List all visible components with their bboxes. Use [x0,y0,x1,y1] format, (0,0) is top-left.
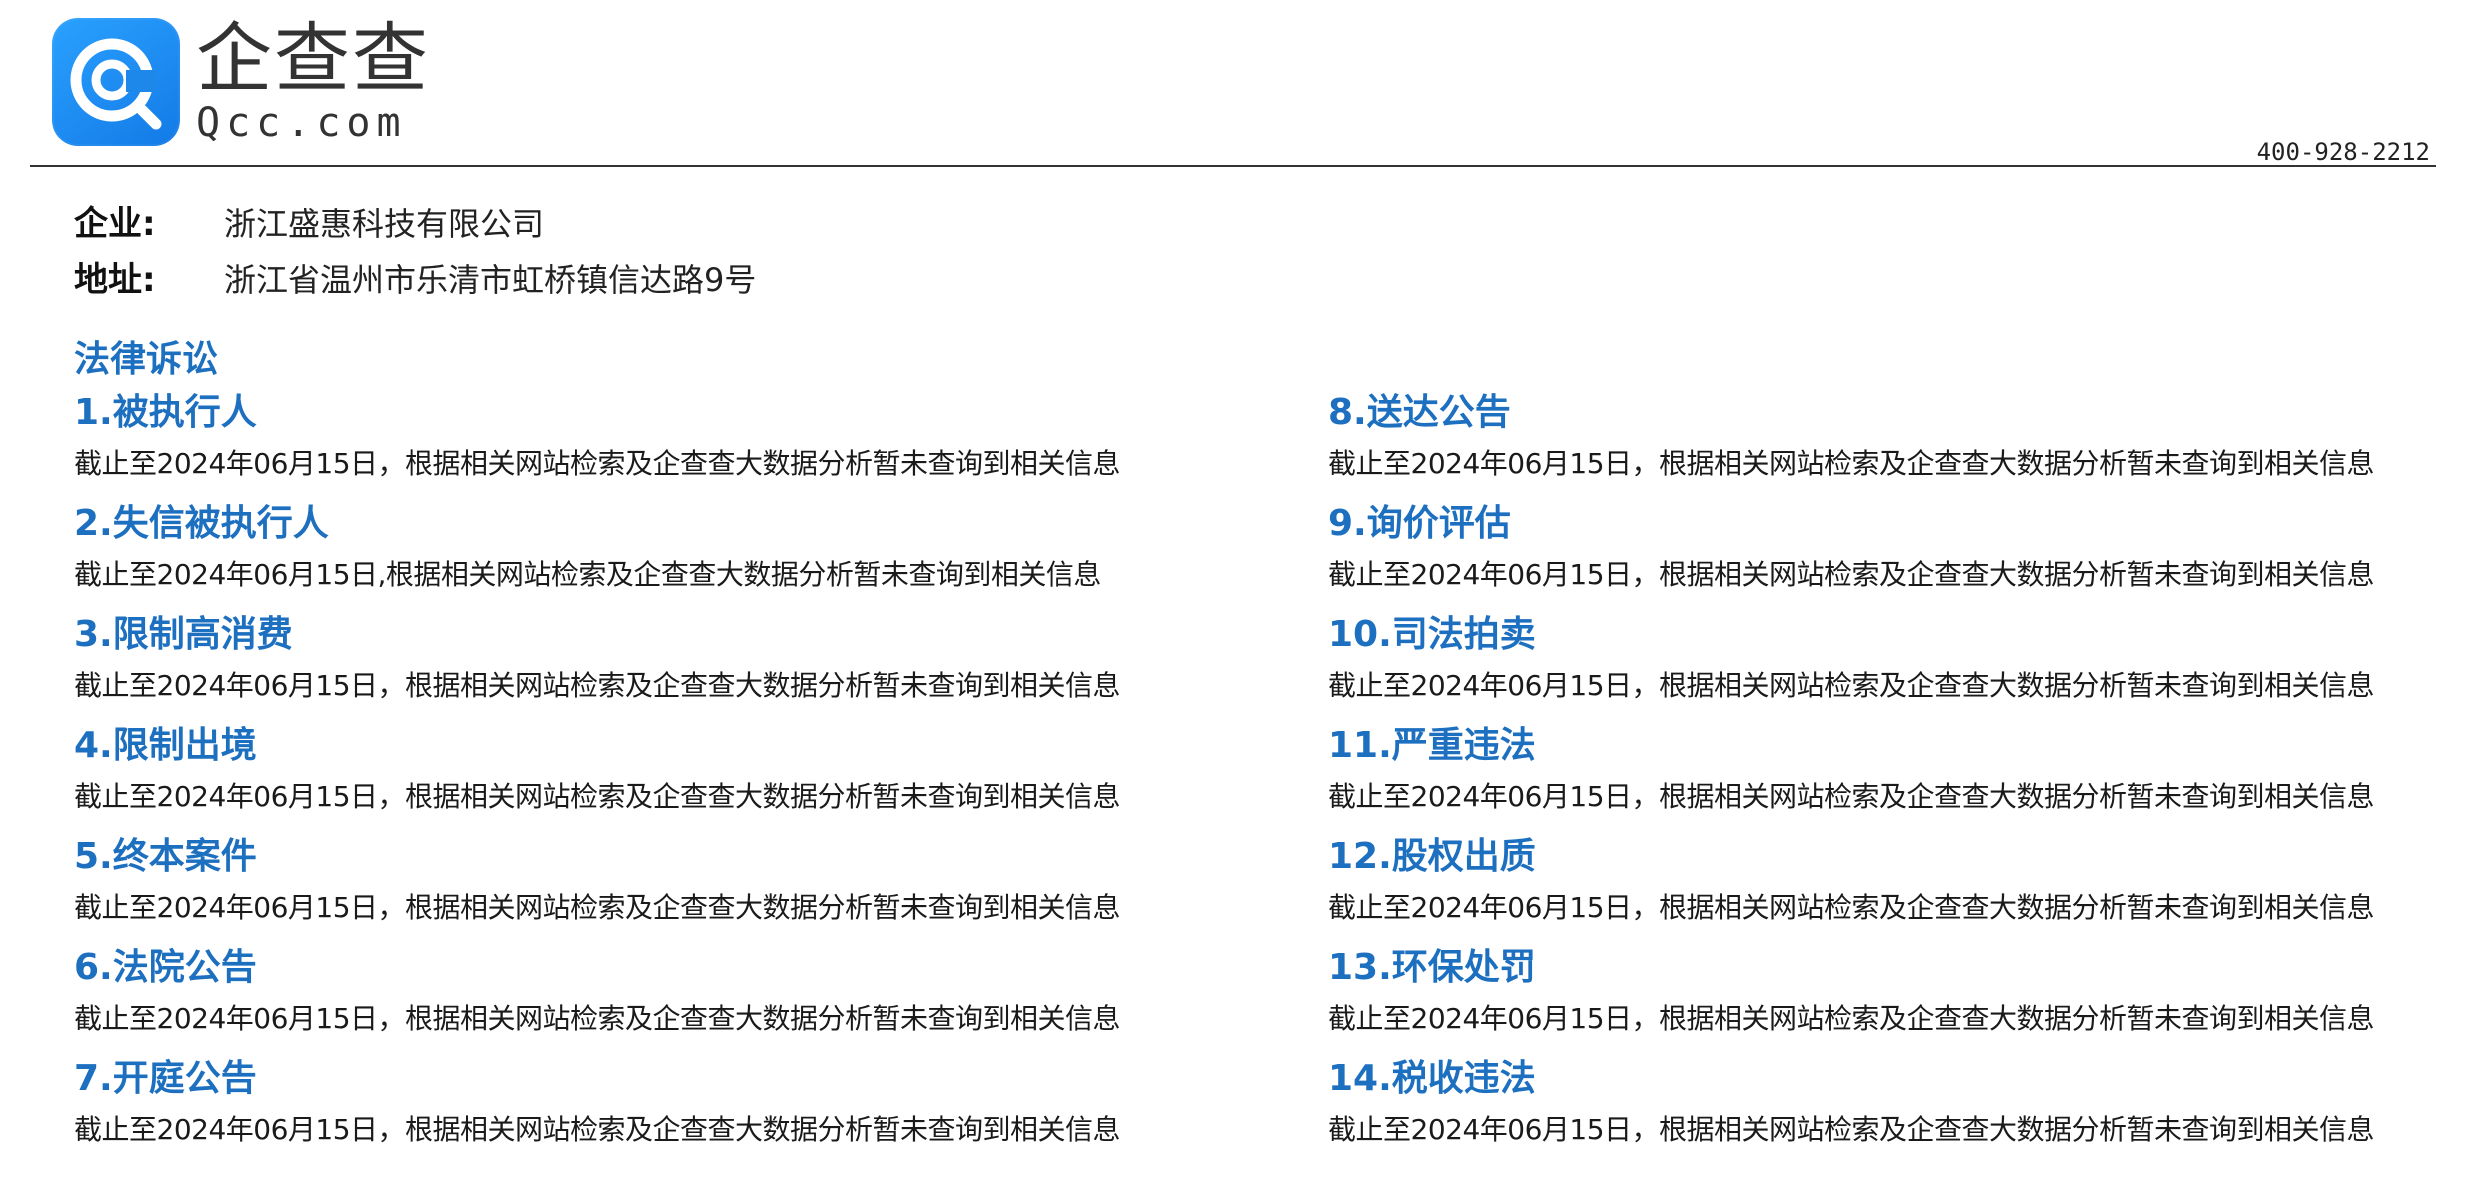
report-header: 企查查 Qcc.com 400-928-2212 [30,18,2436,166]
legal-item-desc: 截止至2024年06月15日，根据相关网站检索及企查查大数据分析暂未查询到相关信… [74,1113,1121,1146]
report-page: 企查查 Qcc.com 400-928-2212 企业: 浙江盛惠科技有限公司 … [0,0,2466,1190]
legal-item: 11.严重违法 截止至2024年06月15日，根据相关网站检索及企查查大数据分析… [1328,721,2466,832]
legal-item: 13.环保处罚 截止至2024年06月15日，根据相关网站检索及企查查大数据分析… [1328,943,2466,1054]
legal-item-title: 3.限制高消费 [74,614,293,655]
legal-item-title: 9.询价评估 [1328,503,1511,544]
legal-item-title: 8.送达公告 [1328,392,1511,433]
legal-item-title: 7.开庭公告 [74,1058,257,1099]
company-address-label: 地址: [74,260,156,300]
legal-item: 14.税收违法 截止至2024年06月15日，根据相关网站检索及企查查大数据分析… [1328,1054,2466,1165]
legal-item: 2.失信被执行人 截止至2024年06月15日,根据相关网站检索及企查查大数据分… [74,499,1254,610]
legal-item-desc: 截止至2024年06月15日，根据相关网站检索及企查查大数据分析暂未查询到相关信… [1328,669,2375,702]
company-info: 企业: 浙江盛惠科技有限公司 地址: 浙江省温州市乐清市虹桥镇信达路9号 [74,196,756,308]
legal-item: 4.限制出境 截止至2024年06月15日，根据相关网站检索及企查查大数据分析暂… [74,721,1254,832]
legal-item: 9.询价评估 截止至2024年06月15日，根据相关网站检索及企查查大数据分析暂… [1328,499,2466,610]
legal-item-desc: 截止至2024年06月15日，根据相关网站检索及企查查大数据分析暂未查询到相关信… [1328,558,2375,591]
legal-items-left-column: 1.被执行人 截止至2024年06月15日，根据相关网站检索及企查查大数据分析暂… [74,388,1254,1165]
legal-item: 3.限制高消费 截止至2024年06月15日，根据相关网站检索及企查查大数据分析… [74,610,1254,721]
legal-item-title: 1.被执行人 [74,392,257,433]
legal-item-title: 2.失信被执行人 [74,503,329,544]
legal-item-desc: 截止至2024年06月15日，根据相关网站检索及企查查大数据分析暂未查询到相关信… [74,780,1121,813]
legal-item: 1.被执行人 截止至2024年06月15日，根据相关网站检索及企查查大数据分析暂… [74,388,1254,499]
legal-item: 6.法院公告 截止至2024年06月15日，根据相关网站检索及企查查大数据分析暂… [74,943,1254,1054]
legal-item-desc: 截止至2024年06月15日，根据相关网站检索及企查查大数据分析暂未查询到相关信… [1328,447,2375,480]
legal-item-title: 13.环保处罚 [1328,947,1536,988]
hotline-number: 400-928-2212 [2256,138,2430,166]
legal-item: 5.终本案件 截止至2024年06月15日，根据相关网站检索及企查查大数据分析暂… [74,832,1254,943]
legal-items-right-column: 8.送达公告 截止至2024年06月15日，根据相关网站检索及企查查大数据分析暂… [1328,388,2466,1165]
qcc-logo-icon [52,18,180,146]
section-title-legal: 法律诉讼 [74,339,219,380]
company-address-value: 浙江省温州市乐清市虹桥镇信达路9号 [224,261,757,299]
header-divider [30,165,2436,167]
company-name-row: 企业: 浙江盛惠科技有限公司 [74,196,756,252]
company-name-label: 企业: [74,204,156,244]
legal-item-title: 6.法院公告 [74,947,257,988]
legal-item-desc: 截止至2024年06月15日，根据相关网站检索及企查查大数据分析暂未查询到相关信… [1328,1002,2375,1035]
legal-item-desc: 截止至2024年06月15日，根据相关网站检索及企查查大数据分析暂未查询到相关信… [74,891,1121,924]
legal-item-desc: 截止至2024年06月15日,根据相关网站检索及企查查大数据分析暂未查询到相关信… [74,558,1101,591]
legal-item-title: 12.股权出质 [1328,836,1536,877]
legal-item: 8.送达公告 截止至2024年06月15日，根据相关网站检索及企查查大数据分析暂… [1328,388,2466,499]
legal-item: 10.司法拍卖 截止至2024年06月15日，根据相关网站检索及企查查大数据分析… [1328,610,2466,721]
company-name-value: 浙江盛惠科技有限公司 [224,205,545,243]
logo-domain: Qcc.com [196,100,407,146]
logo-text: 企查查 Qcc.com [196,14,430,146]
legal-item-title: 10.司法拍卖 [1328,614,1536,655]
logo-chinese: 企查查 [196,14,430,103]
legal-item-desc: 截止至2024年06月15日，根据相关网站检索及企查查大数据分析暂未查询到相关信… [74,447,1121,480]
legal-item-title: 14.税收违法 [1328,1058,1536,1099]
legal-item-title: 4.限制出境 [74,725,257,766]
legal-item-title: 11.严重违法 [1328,725,1536,766]
legal-item-desc: 截止至2024年06月15日，根据相关网站检索及企查查大数据分析暂未查询到相关信… [1328,780,2375,813]
legal-item-desc: 截止至2024年06月15日，根据相关网站检索及企查查大数据分析暂未查询到相关信… [1328,891,2375,924]
legal-item: 12.股权出质 截止至2024年06月15日，根据相关网站检索及企查查大数据分析… [1328,832,2466,943]
legal-item-desc: 截止至2024年06月15日，根据相关网站检索及企查查大数据分析暂未查询到相关信… [74,669,1121,702]
qcc-logo: 企查查 Qcc.com [52,18,430,146]
company-address-row: 地址: 浙江省温州市乐清市虹桥镇信达路9号 [74,252,756,308]
legal-item-desc: 截止至2024年06月15日，根据相关网站检索及企查查大数据分析暂未查询到相关信… [74,1002,1121,1035]
qcc-magnifier-icon [70,38,162,130]
legal-item-desc: 截止至2024年06月15日，根据相关网站检索及企查查大数据分析暂未查询到相关信… [1328,1113,2375,1146]
legal-item-title: 5.终本案件 [74,836,257,877]
legal-item: 7.开庭公告 截止至2024年06月15日，根据相关网站检索及企查查大数据分析暂… [74,1054,1254,1165]
